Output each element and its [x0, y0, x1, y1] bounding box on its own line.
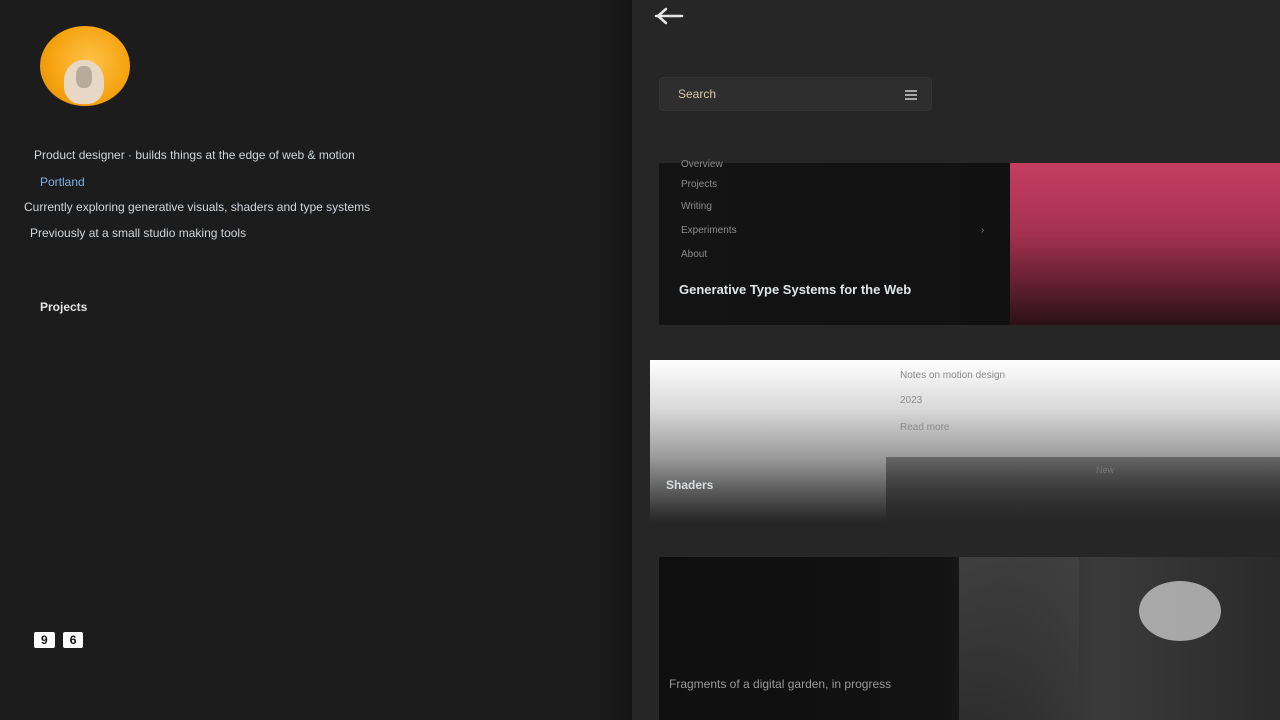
projects-heading[interactable]: Projects: [40, 300, 87, 314]
feed-panel: Overview Projects Writing Experiments Ab…: [632, 0, 1280, 720]
app-window: Product designer · builds things at the …: [0, 0, 1280, 720]
stats-row: 9 6: [34, 632, 84, 648]
avatar-portrait: [64, 60, 104, 104]
search-bar: [659, 77, 932, 111]
back-arrow-icon[interactable]: [652, 6, 688, 26]
card-overlay: New: [886, 457, 1280, 522]
card-read-more[interactable]: Read more: [900, 422, 949, 433]
bio-line-1: Product designer · builds things at the …: [34, 148, 355, 162]
profile-panel: Product designer · builds things at the …: [0, 0, 632, 720]
search-icon[interactable]: [903, 88, 919, 102]
search-input[interactable]: [660, 78, 890, 110]
card-caption: Fragments of a digital garden, in progre…: [669, 677, 892, 691]
card-title[interactable]: Generative Type Systems for the Web: [679, 282, 911, 297]
stat-badge-2[interactable]: 6: [62, 632, 84, 648]
card-accent-image: [1010, 163, 1280, 325]
card-menu-item[interactable]: About: [681, 249, 707, 260]
bio-line-4: Previously at a small studio making tool…: [30, 226, 247, 240]
bio-line-3: Currently exploring generative visuals, …: [24, 200, 371, 214]
card-image-shade: [959, 557, 1079, 720]
card-menu-item[interactable]: Projects: [681, 179, 717, 190]
card-menu-item[interactable]: Experiments: [681, 225, 737, 236]
project-card-motion[interactable]: Notes on motion design 2023 Read more Ne…: [650, 360, 1280, 522]
card-menu-item[interactable]: Writing: [681, 201, 712, 212]
card-tag[interactable]: Shaders: [666, 478, 713, 492]
stat-badge-1[interactable]: 9: [34, 632, 55, 648]
project-card-featured[interactable]: Overview Projects Writing Experiments Ab…: [659, 159, 1280, 325]
project-card-garden[interactable]: Fragments of a digital garden, in progre…: [659, 557, 1280, 720]
avatar[interactable]: [40, 26, 130, 106]
card-date: 2023: [900, 395, 923, 406]
bio-line-2: Portland: [40, 175, 85, 189]
new-badge: New: [1096, 465, 1115, 475]
card-menu-item[interactable]: Overview: [681, 159, 723, 170]
card-heading: Notes on motion design: [900, 370, 1006, 381]
chevron-right-icon: ›: [981, 225, 985, 236]
card-image-subject: [1139, 581, 1221, 641]
